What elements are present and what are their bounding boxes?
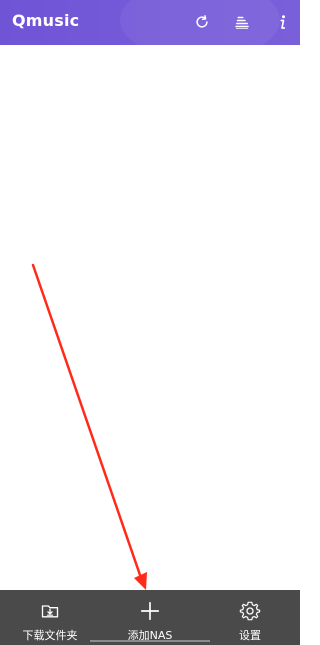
app-root: Qmusic 下载文件夹 添加NAS 设置	[0, 0, 300, 645]
app-title: Qmusic	[12, 11, 80, 30]
download-folder-label: 下载文件夹	[22, 629, 78, 642]
settings-label: 设置	[239, 629, 261, 642]
folder-download-icon	[38, 599, 62, 623]
plus-icon	[138, 599, 162, 623]
settings-button[interactable]: 设置	[200, 590, 300, 645]
list-icon[interactable]	[230, 10, 254, 34]
add-nas-button[interactable]: 添加NAS	[90, 590, 210, 645]
info-icon[interactable]	[270, 10, 294, 34]
download-folder-button[interactable]: 下载文件夹	[0, 590, 100, 645]
list-icon-svg	[235, 16, 249, 29]
info-icon-svg	[280, 15, 286, 29]
bottom-navigation: 下载文件夹 添加NAS 设置	[0, 590, 300, 645]
active-indicator	[90, 640, 210, 642]
refresh-icon-svg	[196, 15, 208, 28]
gear-icon	[238, 599, 262, 623]
main-content	[0, 45, 300, 590]
app-header: Qmusic	[0, 0, 300, 45]
refresh-icon[interactable]	[190, 10, 214, 34]
